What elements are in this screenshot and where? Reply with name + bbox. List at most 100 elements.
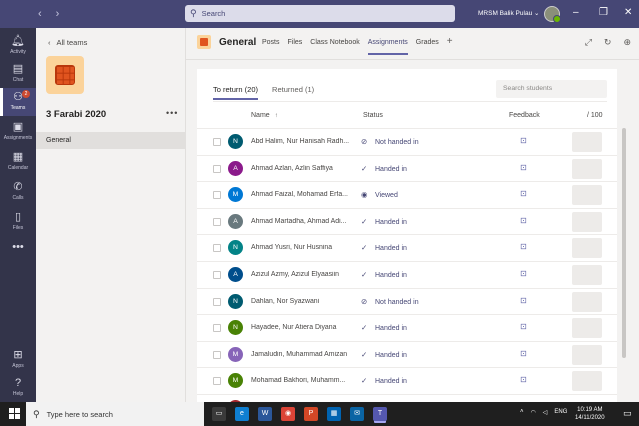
table-row[interactable]: A Ahmad Martadha, Ahmad Adi... ✓ Handed in ⊡ [197, 207, 617, 235]
row-checkbox[interactable] [213, 191, 221, 200]
table-row[interactable]: A Ahmad Azlan, Azlin Saffiya ✓ Handed in ⊡ [197, 154, 617, 182]
wifi-icon[interactable]: ◠ [531, 409, 536, 416]
search-input[interactable]: ⚲ Search [185, 5, 455, 22]
student-name[interactable]: Ahmad Yusri, Nur Husnina [251, 244, 355, 251]
rail-item-assignments[interactable]: ▣ Assignments [0, 118, 36, 146]
student-name[interactable]: Azizul Azmy, Azizul Elyaasiin [251, 271, 355, 278]
feedback-icon[interactable]: ⊡ [520, 189, 527, 198]
student-name[interactable]: Abd Halim, Nur Hanisah Radh... [251, 138, 355, 145]
windows-start-icon[interactable] [9, 408, 20, 419]
student-name[interactable]: Ahmad Faizal, Mohamad Erfa... [251, 191, 355, 198]
points-input[interactable] [572, 318, 602, 339]
add-tab-button[interactable]: + [447, 36, 453, 55]
points-input[interactable] [572, 344, 602, 365]
student-name[interactable]: Ahmad Martadha, Ahmad Adi... [251, 218, 355, 225]
clock[interactable]: 10:19 AM 14/11/2020 [575, 406, 605, 422]
minimize-icon[interactable]: – [573, 7, 579, 18]
row-checkbox[interactable] [213, 270, 221, 279]
rail-item-help[interactable]: ? Help [0, 374, 36, 402]
points-input[interactable] [572, 371, 602, 392]
table-row[interactable]: N Ahmad Yusri, Nur Husnina ✓ Handed in ⊡ [197, 234, 617, 261]
student-name[interactable]: Dahlan, Nor Syazwani [251, 298, 355, 305]
table-row[interactable]: M Mohamad Bakhori, Muhamm... ✓ Handed in ⊡ [197, 367, 617, 394]
table-row[interactable]: M Jamaludin, Muhammad Amizan ✓ Handed in ⊡ [197, 340, 617, 368]
taskbar-search-input[interactable]: ⚲ Type here to search [26, 402, 204, 426]
table-row[interactable]: N Hayadee, Nur Atiera Diyana ✓ Handed in ⊡ [197, 314, 617, 341]
edge-icon[interactable]: e [235, 407, 249, 421]
row-checkbox[interactable] [213, 244, 221, 253]
tab-returned[interactable]: Returned (1) [272, 85, 314, 100]
volume-icon[interactable]: ◁ [543, 409, 548, 416]
student-name[interactable]: Jamaludin, Muhammad Amizan [251, 351, 355, 358]
table-row[interactable]: A Azizul Azmy, Azizul Elyaasiin ✓ Handed in… [197, 260, 617, 288]
feedback-icon[interactable]: ⊡ [520, 322, 527, 331]
row-checkbox[interactable] [213, 217, 221, 226]
points-input[interactable] [572, 211, 602, 232]
table-row[interactable] [197, 393, 617, 402]
student-name[interactable]: Ahmad Azlan, Azlin Saffiya [251, 165, 355, 172]
tab-files[interactable]: Files [288, 39, 303, 55]
tab-assignments[interactable]: Assignments [367, 39, 408, 55]
language-indicator[interactable]: ENG [554, 409, 567, 416]
tab-to-return[interactable]: To return (20) [213, 85, 259, 100]
word-icon[interactable]: W [258, 407, 272, 421]
chrome-icon[interactable]: ◉ [281, 407, 295, 421]
rail-item-calendar[interactable]: ▦ Calendar [0, 148, 36, 176]
rail-item-teams[interactable]: ⚇ Teams 2 [0, 88, 36, 116]
rail-item-apps[interactable]: ⊞ Apps [0, 346, 36, 374]
feedback-icon[interactable]: ⊡ [520, 269, 527, 278]
row-checkbox[interactable] [213, 350, 221, 359]
feedback-icon[interactable]: ⊡ [520, 136, 527, 145]
scrollbar[interactable] [622, 128, 626, 358]
student-name[interactable]: Mohamad Bakhori, Muhamm... [251, 377, 355, 384]
chevron-up-icon[interactable]: ˄ [520, 409, 524, 416]
feedback-icon[interactable]: ⊡ [520, 242, 527, 251]
task-view-icon[interactable]: ▭ [212, 407, 226, 421]
points-input[interactable] [572, 132, 602, 152]
table-row[interactable]: N Abd Halim, Nur Hanisah Radh... ⊘ Not hand… [197, 128, 617, 155]
rail-item-calls[interactable]: ✆ Calls [0, 178, 36, 206]
row-checkbox[interactable] [213, 164, 221, 173]
account-menu[interactable]: MRSM Balik Pulau ⌄ [478, 9, 539, 17]
table-row[interactable]: M Ahmad Faizal, Mohamad Erfa... ◉ Viewed ⊡ [197, 181, 617, 208]
tab-class-notebook[interactable]: Class Notebook [310, 39, 359, 55]
rail-item-files[interactable]: ▯ Files [0, 208, 36, 236]
globe-icon[interactable]: ⊕ [623, 37, 631, 48]
refresh-icon[interactable]: ↻ [604, 37, 612, 48]
feedback-icon[interactable]: ⊡ [520, 375, 527, 384]
search-students-input[interactable]: Search students [496, 80, 607, 98]
store-icon[interactable]: ▦ [327, 407, 341, 421]
forward-icon[interactable]: › [56, 8, 60, 20]
notification-center-icon[interactable]: ▭ [623, 408, 632, 419]
maximize-icon[interactable]: ❐ [599, 7, 608, 18]
powerpoint-icon[interactable]: P [304, 407, 318, 421]
feedback-icon[interactable]: ⊡ [520, 163, 527, 172]
points-input[interactable] [572, 264, 602, 285]
teams-icon[interactable]: T [373, 407, 387, 421]
feedback-icon[interactable]: ⊡ [520, 296, 527, 305]
expand-icon[interactable]: ⤢ [585, 37, 592, 48]
row-checkbox[interactable] [213, 138, 221, 146]
tab-grades[interactable]: Grades [416, 39, 439, 55]
feedback-icon[interactable]: ⊡ [520, 349, 527, 358]
points-input[interactable] [572, 158, 602, 179]
points-input[interactable] [572, 238, 602, 259]
table-row[interactable]: N Dahlan, Nor Syazwani ⊘ Not handed in ⊡ [197, 287, 617, 315]
column-name[interactable]: Name ↑ [251, 112, 278, 119]
more-apps-button[interactable]: ••• [0, 238, 36, 266]
profile-avatar[interactable] [544, 6, 561, 23]
team-more-options-icon[interactable]: ••• [166, 108, 178, 118]
rail-item-activity[interactable]: 🔔︎ Activity [0, 32, 36, 60]
student-name[interactable]: Hayadee, Nur Atiera Diyana [251, 324, 355, 331]
back-icon[interactable]: ‹ [38, 8, 42, 20]
points-input[interactable] [572, 185, 602, 206]
mail-icon[interactable]: ✉ [350, 407, 364, 421]
row-checkbox[interactable] [213, 324, 221, 333]
all-teams-link[interactable]: ‹ All teams [48, 38, 87, 47]
feedback-icon[interactable]: ⊡ [520, 216, 527, 225]
points-input[interactable] [572, 291, 602, 312]
row-checkbox[interactable] [213, 297, 221, 306]
rail-item-chat[interactable]: ▤ Chat [0, 60, 36, 88]
tab-posts[interactable]: Posts [262, 39, 280, 55]
row-checkbox[interactable] [213, 377, 221, 386]
